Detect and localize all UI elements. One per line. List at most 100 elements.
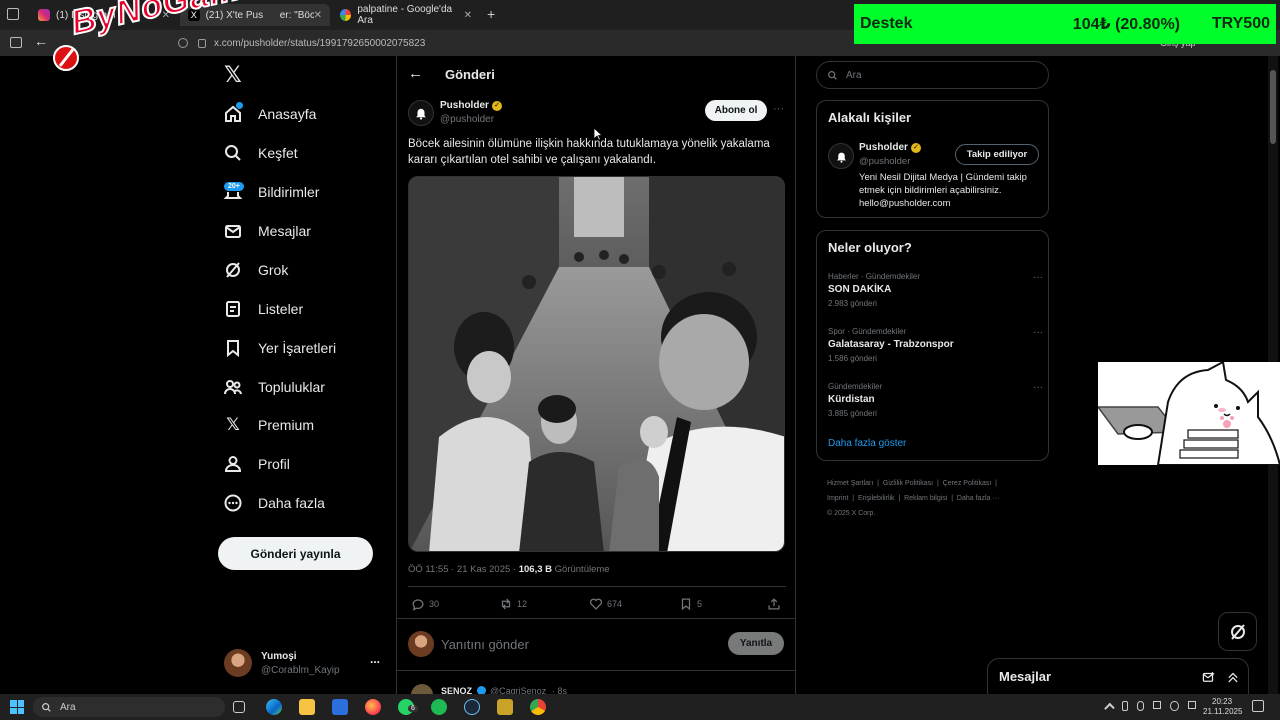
sidebar-item-more[interactable]: Daha fazla xyxy=(222,485,325,521)
ticker-amount: 104₺ (20.80%) xyxy=(1072,16,1180,33)
post-more-icon[interactable]: ··· xyxy=(773,103,784,115)
repost-action[interactable]: 12 xyxy=(499,597,527,611)
reply-input[interactable]: Yanıtını gönder xyxy=(441,637,711,652)
new-tab-button[interactable]: + xyxy=(487,6,495,22)
sidebar-item-lists[interactable]: Listeler xyxy=(222,291,303,327)
clock-date[interactable]: 21.11.2025 xyxy=(1203,707,1242,716)
ticker-goal: TRY500 xyxy=(1211,15,1270,32)
windows-start-icon[interactable] xyxy=(10,700,24,714)
sidebar-item-bookmarks[interactable]: Yer İşaretleri xyxy=(222,330,336,366)
url-field[interactable]: x.com/pusholder/status/19917926500020758… xyxy=(178,33,858,53)
footer-line[interactable]: Hizmet Şartları | Gizlilik Politikası | … xyxy=(827,476,1052,491)
trend-count: 2.983 gönderi xyxy=(828,299,877,308)
following-button[interactable]: Takip ediliyor xyxy=(955,144,1039,165)
close-tab-icon[interactable]: ✕ xyxy=(464,10,472,21)
post-image[interactable] xyxy=(408,176,785,552)
search-icon xyxy=(222,142,244,164)
subscribe-button[interactable]: Abone ol xyxy=(705,100,767,121)
author-avatar[interactable] xyxy=(828,143,854,169)
tab-google-search[interactable]: palpatine - Google'da Ara ✕ xyxy=(332,4,480,26)
show-more-link[interactable]: Daha fazla göster xyxy=(828,438,906,449)
sidebar-item-label: Grok xyxy=(258,262,289,278)
sidebar-item-label: Yer İşaretleri xyxy=(258,340,337,356)
trend-category: Gündemdekiler xyxy=(828,382,883,391)
person-handle[interactable]: @pusholder xyxy=(859,156,910,167)
post-time[interactable]: ÖÖ 11:55 · 21 Kas 2025 · xyxy=(408,564,519,575)
sidebar-item-notifications[interactable]: Bildirimler xyxy=(222,174,319,210)
donation-ticker: Destek 104₺ (20.80%) TRY500 xyxy=(854,4,1276,44)
file-explorer-icon[interactable] xyxy=(299,699,315,715)
card-title: Alakalı kişiler xyxy=(828,110,912,125)
trend-item[interactable]: Gündemdekiler Kürdistan 3.885 gönderi ··… xyxy=(828,382,1043,418)
sidebar-toggle-icon[interactable] xyxy=(10,37,22,48)
author-handle[interactable]: @pusholder xyxy=(440,114,494,125)
grok-floating-button[interactable] xyxy=(1218,612,1257,651)
bell-logo-icon xyxy=(416,108,426,120)
sidebar-item-grok[interactable]: Grok xyxy=(222,252,288,288)
search-box[interactable]: Ara xyxy=(816,61,1049,89)
close-tab-icon[interactable]: ✕ xyxy=(314,10,322,21)
like-count: 674 xyxy=(607,599,623,609)
taskbar-search[interactable]: Ara xyxy=(33,697,225,717)
sidebar-item-premium[interactable]: 𝕏 Premium xyxy=(222,407,314,443)
steam-icon[interactable] xyxy=(464,699,480,715)
author-avatar[interactable] xyxy=(408,100,434,126)
system-tray-icons[interactable] xyxy=(1104,701,1196,714)
reply-action[interactable]: 30 xyxy=(411,597,439,611)
trend-more-icon[interactable]: ··· xyxy=(1033,382,1043,393)
home-notification-dot xyxy=(236,102,243,109)
sidebar-item-messages[interactable]: Mesajlar xyxy=(222,213,311,249)
trend-more-icon[interactable]: ··· xyxy=(1033,272,1043,283)
reply-count: 30 xyxy=(429,599,440,609)
list-icon xyxy=(222,298,244,320)
trend-category: Haberler · Gündemdekiler xyxy=(828,272,921,281)
trend-count: 3.885 gönderi xyxy=(828,409,877,418)
divider xyxy=(397,618,795,619)
windows-taskbar: Ara 6 20:23 21.11.2025 xyxy=(0,694,1280,720)
like-action[interactable]: 674 xyxy=(589,597,622,611)
tab-actions-icon[interactable] xyxy=(7,8,19,20)
sidebar-item-label: Mesajlar xyxy=(258,223,311,239)
sidebar-item-explore[interactable]: Keşfet xyxy=(222,135,298,171)
scrollbar-thumb[interactable] xyxy=(1270,70,1276,144)
account-handle: @Corablm_Kayip xyxy=(261,665,340,676)
messages-drawer[interactable]: Mesajlar xyxy=(987,658,1249,694)
trends-card: Neler oluyor? Haberler · Gündemdekiler S… xyxy=(816,230,1049,461)
trend-count: 1.586 gönderi xyxy=(828,354,877,363)
account-name: Yumoşi xyxy=(261,651,297,662)
spotify-icon[interactable] xyxy=(431,699,447,715)
account-switcher[interactable]: Yumoşi @Corablm_Kayip ... xyxy=(224,648,384,680)
post-button[interactable]: Gönderi yayınla xyxy=(218,537,373,570)
edge-icon[interactable] xyxy=(266,699,282,715)
notification-center-icon[interactable] xyxy=(1252,700,1264,712)
sidebar-item-profile[interactable]: Profil xyxy=(222,446,290,482)
new-message-icon[interactable] xyxy=(1202,670,1216,684)
author-name[interactable]: Pusholder xyxy=(440,100,489,111)
store-icon[interactable] xyxy=(332,699,348,715)
footer-line[interactable]: Imprint | Erişilebilirlik | Reklam bilgi… xyxy=(827,491,1052,506)
sidebar-item-communities[interactable]: Topluluklar xyxy=(222,369,325,405)
back-arrow-icon[interactable]: ← xyxy=(34,33,48,49)
x-home-logo[interactable]: 𝕏 xyxy=(224,62,242,88)
share-icon[interactable] xyxy=(767,597,781,611)
account-more-icon[interactable]: ... xyxy=(370,652,380,666)
clock-time[interactable]: 20:23 xyxy=(1212,697,1232,706)
firefox-icon[interactable] xyxy=(365,699,381,715)
task-view-icon[interactable] xyxy=(233,701,245,713)
chrome-icon[interactable] xyxy=(530,699,546,715)
back-arrow-icon[interactable]: ← xyxy=(408,65,423,82)
reply-button[interactable]: Yanıtla xyxy=(728,632,784,655)
trend-more-icon[interactable]: ··· xyxy=(1033,327,1043,338)
app-icon[interactable] xyxy=(497,699,513,715)
trend-item[interactable]: Spor · Gündemdekiler Galatasaray - Trabz… xyxy=(828,327,1043,363)
trend-title: Kürdistan xyxy=(828,394,875,405)
sidebar-item-home[interactable]: Anasayfa xyxy=(222,96,316,132)
chevron-up-icon[interactable] xyxy=(1226,670,1240,684)
card-title: Neler oluyor? xyxy=(828,240,912,255)
bookmark-action[interactable]: 5 xyxy=(679,597,702,611)
trend-item[interactable]: Haberler · Gündemdekiler SON DAKİKA 2.98… xyxy=(828,272,1043,308)
reply-icon xyxy=(412,599,424,611)
ticker-label: Destek xyxy=(860,15,913,32)
person-name[interactable]: Pusholder xyxy=(859,142,908,153)
sidebar-item-label: Premium xyxy=(258,417,315,433)
